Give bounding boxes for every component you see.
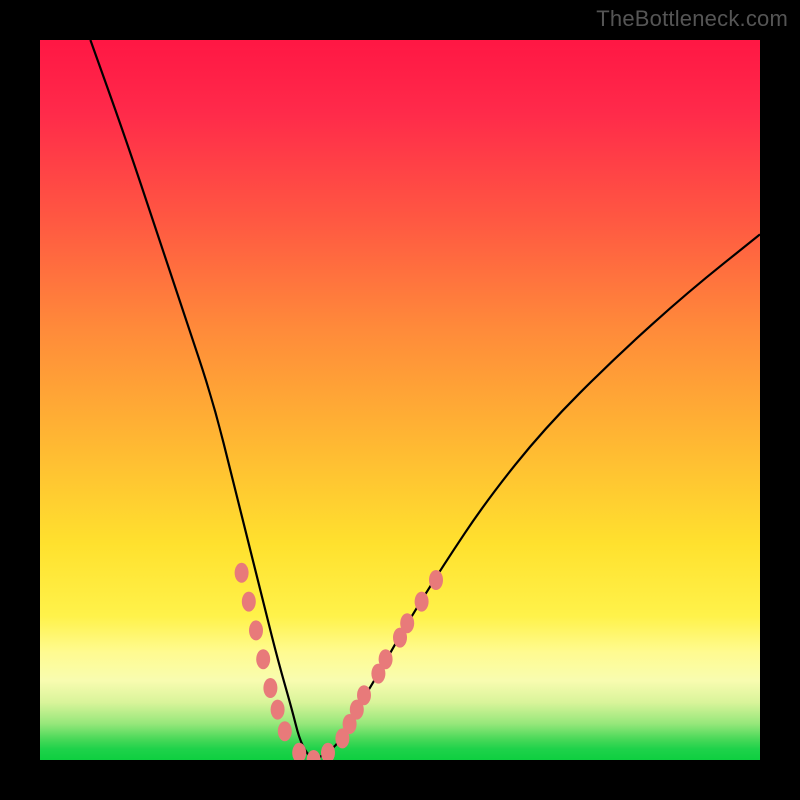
- curve-layer: [40, 40, 760, 760]
- curve-marker: [379, 649, 393, 669]
- curve-marker: [393, 628, 407, 648]
- curve-marker: [307, 750, 321, 760]
- curve-marker: [350, 700, 364, 720]
- curve-marker: [292, 743, 306, 760]
- curve-marker: [335, 728, 349, 748]
- curve-marker: [263, 678, 277, 698]
- curve-marker: [357, 685, 371, 705]
- curve-marker: [235, 563, 249, 583]
- curve-marker: [371, 664, 385, 684]
- watermark-text: TheBottleneck.com: [596, 6, 788, 32]
- curve-marker: [256, 649, 270, 669]
- curve-marker: [249, 620, 263, 640]
- curve-marker: [242, 592, 256, 612]
- curve-marker: [429, 570, 443, 590]
- curve-marker: [343, 714, 357, 734]
- curve-marker: [321, 743, 335, 760]
- curve-marker: [415, 592, 429, 612]
- curve-marker: [400, 613, 414, 633]
- curve-marker: [278, 721, 292, 741]
- plot-area: [40, 40, 760, 760]
- curve-marker: [271, 700, 285, 720]
- chart-frame: TheBottleneck.com: [0, 0, 800, 800]
- bottleneck-curve-path: [90, 40, 760, 758]
- marker-group: [235, 563, 443, 760]
